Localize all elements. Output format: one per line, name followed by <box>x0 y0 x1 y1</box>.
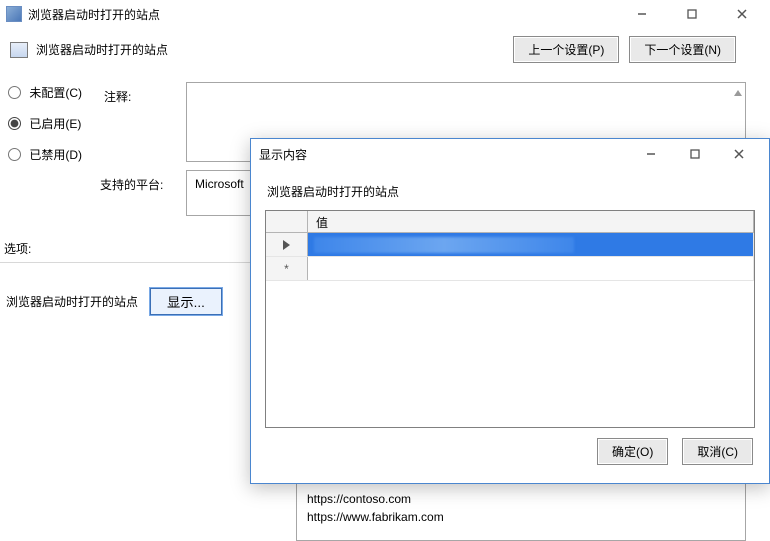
parent-titlebar: 浏览器启动时打开的站点 <box>0 0 770 28</box>
radio-enabled[interactable] <box>8 117 21 130</box>
grid-row-new[interactable]: * <box>266 257 754 281</box>
redacted-value <box>314 237 574 253</box>
grid-header-corner <box>266 211 308 232</box>
radio-disabled-label: 已禁用(D) <box>29 148 82 162</box>
platform-value: Microsoft <box>195 177 244 191</box>
value-grid[interactable]: 值 * <box>265 210 755 428</box>
dialog-title: 显示内容 <box>259 146 307 163</box>
dialog-body: 浏览器启动时打开的站点 值 * 确定(O) 取消(C) <box>251 169 769 483</box>
comment-label: 注释: <box>104 88 131 105</box>
cancel-button[interactable]: 取消(C) <box>682 438 753 465</box>
grid-row-1[interactable] <box>266 233 754 257</box>
dialog-titlebar: 显示内容 <box>251 139 769 169</box>
row-indicator-icon <box>266 233 308 256</box>
dialog-maximize-button[interactable] <box>673 141 717 167</box>
window-title: 浏览器启动时打开的站点 <box>28 6 160 23</box>
dialog-footer: 确定(O) 取消(C) <box>265 428 755 475</box>
grid-header-value: 值 <box>308 211 754 232</box>
scroll-up-icon[interactable] <box>733 87 743 99</box>
grid-cell-new[interactable] <box>308 257 754 280</box>
show-contents-dialog: 显示内容 浏览器启动时打开的站点 值 <box>250 138 770 484</box>
subheader-title: 浏览器启动时打开的站点 <box>36 41 168 58</box>
app-icon <box>6 6 22 22</box>
dialog-subtitle: 浏览器启动时打开的站点 <box>267 183 755 200</box>
subheader-row: 浏览器启动时打开的站点 上一个设置(P) 下一个设置(N) <box>0 28 770 63</box>
dialog-minimize-button[interactable] <box>629 141 673 167</box>
minimize-button[interactable] <box>620 3 664 25</box>
maximize-button[interactable] <box>670 3 714 25</box>
ok-button[interactable]: 确定(O) <box>597 438 668 465</box>
radio-enabled-label: 已启用(E) <box>29 117 81 131</box>
policy-icon <box>10 42 28 58</box>
dialog-close-button[interactable] <box>717 141 761 167</box>
grid-cell-value-1[interactable] <box>308 233 754 256</box>
option-row-label: 浏览器启动时打开的站点 <box>6 293 138 310</box>
state-radio-group: 未配置(C) 已启用(E) 已禁用(D) <box>8 84 82 163</box>
radio-not-configured-label: 未配置(C) <box>29 86 82 100</box>
radio-disabled[interactable] <box>8 148 21 161</box>
next-setting-button[interactable]: 下一个设置(N) <box>629 36 736 63</box>
url-example-2: https://www.fabrikam.com <box>307 508 735 526</box>
help-text-box: https://contoso.com https://www.fabrikam… <box>296 483 746 541</box>
show-button[interactable]: 显示... <box>150 288 222 315</box>
grid-header: 值 <box>266 211 754 233</box>
close-button[interactable] <box>720 3 764 25</box>
url-example-1: https://contoso.com <box>307 490 735 508</box>
radio-not-configured[interactable] <box>8 86 21 99</box>
previous-setting-button[interactable]: 上一个设置(P) <box>513 36 619 63</box>
options-label: 选项: <box>4 240 31 257</box>
option-row: 浏览器启动时打开的站点 显示... <box>6 288 222 315</box>
platform-label: 支持的平台: <box>100 176 163 193</box>
row-new-indicator: * <box>266 257 308 280</box>
